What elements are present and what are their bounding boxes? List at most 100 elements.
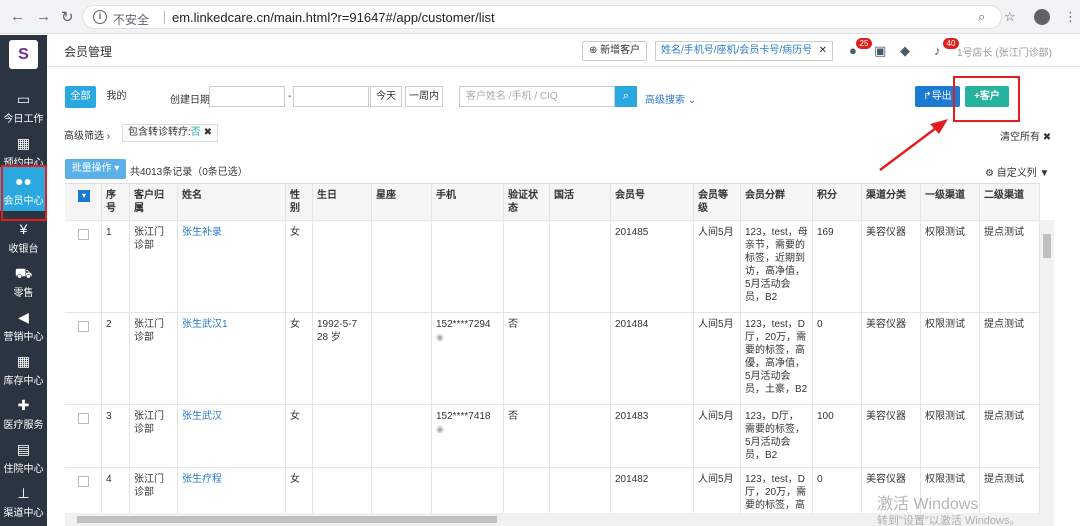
select-all-checkbox[interactable]: ▾ [78,190,90,202]
sidebar-item-medical[interactable]: ✚ 医疗服务 [0,391,47,435]
cell-belong: 张江门诊部 [130,221,178,312]
sidebar-item-today-work[interactable]: ▭ 今日工作 [0,85,47,129]
team-icon[interactable]: ◆ [900,43,910,59]
header-cell[interactable]: 会员分群 [741,184,813,220]
sidebar-item-cashier[interactable]: ¥ 收银台 [0,215,47,259]
zoom-icon[interactable]: ⌕ [978,9,985,25]
search-button[interactable]: ⌕ [615,86,637,107]
row-checkbox[interactable] [78,413,89,424]
cell-level: 人间5月 [694,313,741,404]
today-button[interactable]: 今天 [370,86,402,107]
header-cell[interactable]: 星座 [372,184,432,220]
header-cell[interactable]: 二级渠道 [980,184,1040,220]
reload-icon[interactable]: ↻ [61,8,74,26]
cell-points: 100 [813,405,862,467]
header-cell[interactable]: 渠道分类 [862,184,921,220]
customer-name-link[interactable]: 张生武汉 [178,405,286,467]
sidebar-item-label: 库存中心 [3,376,44,387]
sidebar-item-label: 收银台 [8,244,39,255]
select-all-cell[interactable]: ▾ [65,184,102,220]
sidebar-item-inventory[interactable]: ▦ 库存中心 [0,347,47,391]
cell-channel: 美容仪器 [862,405,921,467]
back-icon[interactable]: ← [10,8,25,25]
address-separator [164,11,165,24]
star-icon[interactable]: ☆ [1004,9,1016,25]
bell-icon[interactable]: ♪ [934,43,941,58]
printer-icon[interactable]: ▣ [874,43,886,59]
building-icon: ▤ [16,441,31,457]
header-cell[interactable]: 验证状态 [504,184,550,220]
row-select-cell[interactable] [65,468,102,513]
network-icon: ⊥ [17,485,30,501]
clear-all-button[interactable]: 清空所有 ✖ [1000,128,1051,143]
remove-filter-icon[interactable]: ✖ [204,127,212,138]
row-select-cell[interactable] [65,221,102,312]
sidebar-item-inpatient[interactable]: ▤ 住院中心 [0,435,47,479]
eye-icon[interactable]: ◉ [436,424,444,434]
browser-toolbar: ← → ↻ i 不安全 em.linkedcare.cn/main.html?r… [0,0,1080,34]
header-cell[interactable]: 生日 [313,184,372,220]
date-start-input[interactable] [209,86,285,107]
header-cell[interactable]: 手机 [432,184,504,220]
address-bar[interactable]: i 不安全 em.linkedcare.cn/main.html?r=91647… [82,5,1002,29]
menu-dots-icon[interactable]: ⋮ [1064,9,1077,25]
header-cell[interactable]: 一级渠道 [921,184,980,220]
forward-icon[interactable]: → [36,8,51,25]
custom-columns-button[interactable]: ⚙ 自定义列 ▼ [985,164,1049,179]
vertical-scroll-thumb[interactable] [1043,234,1051,258]
cell-verified [504,468,550,513]
sidebar-item-retail[interactable]: ⛟ 零售 [0,259,47,303]
header-cell[interactable]: 会员等级 [694,184,741,220]
table-row[interactable]: 3 张江门诊部 张生武汉 女 152****7418 ◉ 否 201483 人间5… [65,405,1040,468]
row-checkbox[interactable] [78,321,89,332]
tab-mine[interactable]: 我的 [101,86,132,108]
header-cell[interactable]: 姓名 [178,184,286,220]
advanced-search-link[interactable]: 高级搜索 ⌄ [645,91,696,106]
table-row[interactable]: 2 张江门诊部 张生武汉1 女 1992-5-7 28 岁 152****729… [65,313,1040,405]
cell-belong: 张江门诊部 [130,313,178,404]
row-select-cell[interactable] [65,405,102,467]
row-checkbox[interactable] [78,476,89,487]
eye-icon[interactable]: ◉ [436,332,444,342]
filter-chip[interactable]: 包含转诊转疗:否 ✖ [122,124,218,142]
week-button[interactable]: 一周内 [405,86,443,107]
date-end-input[interactable] [293,86,369,107]
sidebar-item-channels[interactable]: ⊥ 渠道中心 [0,479,47,523]
header-cell[interactable]: 会员号 [611,184,694,220]
cell-birthday [313,468,372,513]
tab-all[interactable]: 全部 [65,86,96,108]
header-cell[interactable]: 客户归属 [130,184,178,220]
header-cell[interactable]: 序号 [102,184,130,220]
customer-name-link[interactable]: 张生武汉1 [178,313,286,404]
cell-zodiac [372,313,432,404]
batch-actions-button[interactable]: 批量操作 ▾ [65,159,126,179]
cell-gender: 女 [286,468,313,513]
header-cell[interactable]: 积分 [813,184,862,220]
customer-name-link[interactable]: 张生疗程 [178,468,286,513]
app-logo[interactable]: S [9,40,38,69]
header-cell[interactable]: 国活 [550,184,611,220]
info-icon[interactable]: i [93,10,107,24]
clear-search-icon[interactable]: ✕ [819,42,827,60]
sidebar-item-label: 今日工作 [3,114,44,125]
phone-text: 152****7418 [436,411,491,422]
table-row[interactable]: 1 张江门诊部 张生补录 女 201485 人间5月 123，test，母亲节，… [65,221,1040,313]
url-text[interactable]: em.linkedcare.cn/main.html?r=91647#/app/… [172,10,495,25]
customer-name-link[interactable]: 张生补录 [178,221,286,312]
new-customer-button[interactable]: ⊕ 新增客户 [582,41,648,61]
global-search-placeholder: 姓名/手机号/座机/会员卡号/病历号 [661,45,813,56]
profile-icon[interactable] [1034,9,1050,25]
header-cell[interactable]: 性别 [286,184,313,220]
cell-active [550,221,611,312]
global-search-input[interactable]: 姓名/手机号/座机/会员卡号/病历号 ✕ [655,41,833,61]
vertical-scrollbar[interactable] [1040,220,1054,513]
customer-search-input[interactable]: 客户姓名 /手机 / CIQ [459,86,615,107]
row-select-cell[interactable] [65,313,102,404]
row-checkbox[interactable] [78,229,89,240]
cell-phone [432,468,504,513]
current-user[interactable]: 1号店长 (张江门诊部) [957,44,1052,59]
cell-member-no: 201483 [611,405,694,467]
cell-ch2: 提点测试 [980,468,1040,513]
horizontal-scroll-thumb[interactable] [77,516,497,523]
sidebar-item-marketing[interactable]: ◀ 营销中心 [0,303,47,347]
